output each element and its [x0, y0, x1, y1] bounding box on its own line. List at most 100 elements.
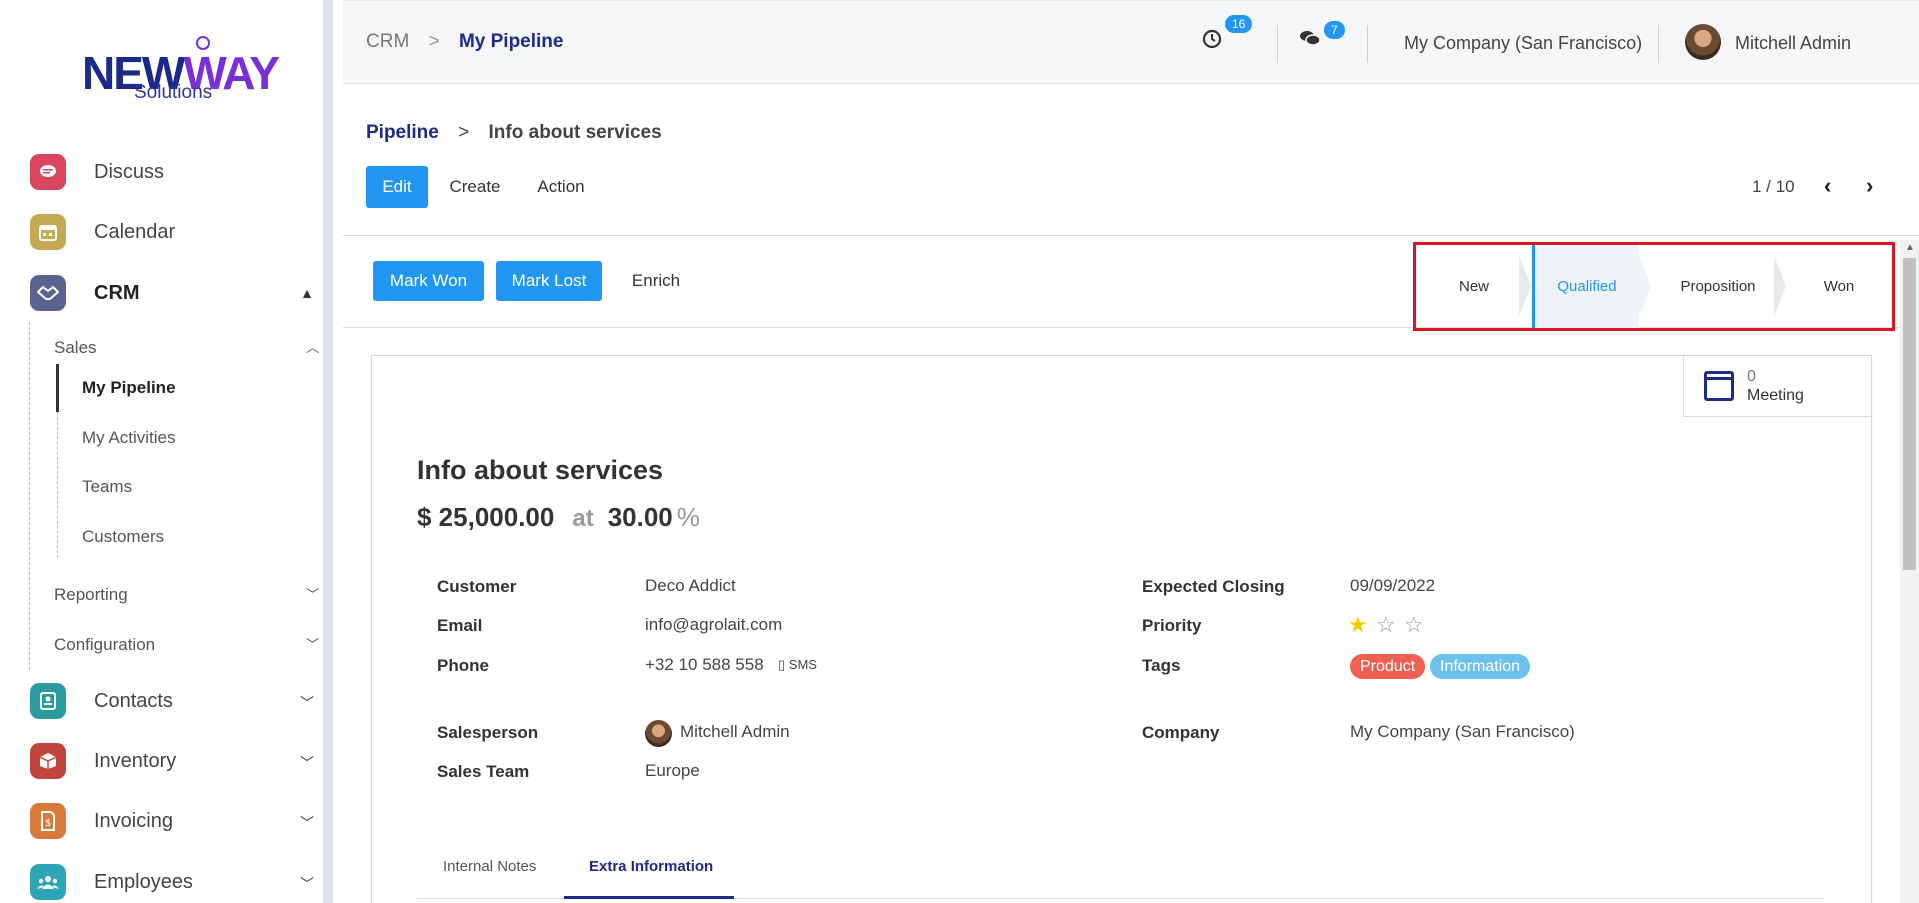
- mark-lost-button[interactable]: Mark Lost: [496, 261, 602, 301]
- edit-button[interactable]: Edit: [366, 166, 428, 208]
- tab-internal-notes[interactable]: Internal Notes: [443, 858, 536, 875]
- scroll-up-icon[interactable]: ▲: [1905, 242, 1915, 253]
- field-label-email: Email: [437, 616, 483, 635]
- top-breadcrumb: CRM > My Pipeline: [366, 31, 563, 53]
- action-button[interactable]: Action: [524, 166, 598, 208]
- sidebar-item-label: CRM: [94, 281, 140, 304]
- chat-bubble-icon: [30, 154, 66, 190]
- invoice-icon: $: [30, 803, 66, 839]
- chevron-down-icon: ﹀: [300, 755, 314, 771]
- field-expected-closing[interactable]: 09/09/2022: [1350, 576, 1435, 596]
- scrollbar[interactable]: ▲: [1900, 240, 1919, 903]
- scrollbar-thumb[interactable]: [1903, 258, 1916, 570]
- field-phone[interactable]: +32 10 588 558: [645, 655, 764, 675]
- chevron-down-icon: ﹀: [305, 637, 319, 652]
- meeting-smart-button[interactable]: 0 Meeting: [1683, 356, 1871, 417]
- sidebar-item-label: Employees: [94, 870, 193, 893]
- chevron-up-icon: ▲: [300, 285, 314, 301]
- sidebar-item-calendar[interactable]: Calendar: [30, 212, 320, 252]
- field-salesperson[interactable]: Mitchell Admin: [680, 722, 790, 742]
- mark-won-button[interactable]: Mark Won: [373, 261, 484, 301]
- sidebar-item-label: Calendar: [94, 220, 176, 243]
- sidebar: NEWWAY Solutions Discuss Calendar CRM ▲ …: [0, 0, 333, 903]
- menu-item-my-pipeline[interactable]: My Pipeline: [82, 378, 176, 398]
- sidebar-item-discuss[interactable]: Discuss: [30, 152, 320, 192]
- field-label-expected-closing: Expected Closing: [1142, 577, 1285, 596]
- breadcrumb-root[interactable]: CRM: [366, 31, 409, 52]
- chevron-down-icon: ﹀: [300, 695, 314, 711]
- chevron-down-icon: ﹀: [300, 876, 314, 892]
- breadcrumb-separator: >: [428, 31, 440, 52]
- activity-clock-icon[interactable]: [1202, 29, 1222, 55]
- at-label: at: [572, 505, 594, 532]
- pager-value[interactable]: 1 / 10: [1752, 177, 1795, 197]
- field-company[interactable]: My Company (San Francisco): [1350, 722, 1575, 742]
- meeting-label: Meeting: [1747, 387, 1804, 404]
- menu-section-configuration[interactable]: Configuration ﹀: [54, 633, 319, 657]
- percent-sign: %: [676, 502, 700, 532]
- user-menu[interactable]: Mitchell Admin: [1735, 33, 1851, 54]
- menu-item-teams[interactable]: Teams: [82, 477, 132, 497]
- expected-revenue-line: $ 25,000.00 at 30.00%: [417, 502, 700, 533]
- menu-item-customers[interactable]: Customers: [82, 527, 164, 547]
- breadcrumb-current: My Pipeline: [458, 31, 564, 52]
- sidebar-item-label: Invoicing: [94, 809, 173, 832]
- sidebar-item-employees[interactable]: Employees ﹀: [30, 862, 320, 902]
- star-filled-icon[interactable]: ★: [1348, 612, 1368, 638]
- field-customer[interactable]: Deco Addict: [645, 576, 736, 596]
- menu-item-my-activities[interactable]: My Activities: [82, 428, 176, 448]
- sidebar-item-label: Discuss: [94, 160, 165, 183]
- record-breadcrumb: Pipeline > Info about services: [366, 122, 662, 144]
- breadcrumb-separator: >: [458, 122, 470, 143]
- sidebar-item-inventory[interactable]: Inventory ﹀: [30, 741, 320, 781]
- company-switcher[interactable]: My Company (San Francisco): [1404, 33, 1642, 54]
- field-sales-team[interactable]: Europe: [645, 761, 700, 781]
- field-label-customer: Customer: [437, 577, 517, 596]
- field-label-phone: Phone: [437, 656, 489, 675]
- menu-section-sales[interactable]: Sales ︿: [54, 336, 319, 360]
- tag-product[interactable]: Product: [1350, 654, 1426, 679]
- tag-information[interactable]: Information: [1430, 654, 1531, 679]
- form-sheet: [371, 355, 1872, 903]
- sidebar-item-label: Contacts: [94, 689, 173, 712]
- enrich-button[interactable]: Enrich: [616, 261, 696, 301]
- tree-guide: [29, 322, 30, 670]
- star-empty-icon[interactable]: ☆: [1376, 612, 1396, 638]
- star-empty-icon[interactable]: ☆: [1404, 612, 1424, 638]
- people-icon: [30, 864, 66, 900]
- sidebar-item-label: Inventory: [94, 749, 177, 772]
- create-button[interactable]: Create: [440, 166, 510, 208]
- field-label-company: Company: [1142, 723, 1220, 742]
- chevron-down-icon: ﹀: [305, 587, 319, 602]
- active-tab-indicator: [564, 896, 734, 899]
- tree-guide: [57, 412, 58, 558]
- divider: [1658, 25, 1659, 63]
- sms-button[interactable]: ▯ SMS: [778, 657, 817, 673]
- field-label-priority: Priority: [1142, 616, 1202, 635]
- user-avatar[interactable]: [1685, 24, 1721, 60]
- menu-section-reporting[interactable]: Reporting ﹀: [54, 583, 319, 607]
- svg-text:$: $: [45, 818, 51, 829]
- chevron-up-icon: ︿: [305, 340, 319, 355]
- field-email[interactable]: info@agrolait.com: [645, 615, 782, 635]
- chevron-right-icon[interactable]: ›: [1866, 173, 1873, 199]
- expected-revenue[interactable]: $ 25,000.00: [417, 502, 554, 532]
- activity-count-badge: 16: [1225, 15, 1253, 33]
- chevron-left-icon[interactable]: ‹: [1824, 173, 1831, 199]
- probability[interactable]: 30.00: [608, 502, 673, 532]
- divider: [1277, 25, 1278, 63]
- sms-label: SMS: [788, 657, 817, 672]
- tab-extra-information[interactable]: Extra Information: [589, 858, 713, 875]
- breadcrumb-pipeline-link[interactable]: Pipeline: [366, 122, 439, 143]
- calendar-icon: [1704, 371, 1734, 401]
- sidebar-item-crm[interactable]: CRM ▲: [30, 273, 320, 313]
- sidebar-item-contacts[interactable]: Contacts ﹀: [30, 681, 320, 721]
- field-label-salesperson: Salesperson: [437, 723, 539, 742]
- meeting-count: 0: [1747, 368, 1756, 385]
- company-logo[interactable]: NEWWAY Solutions: [82, 36, 280, 106]
- messages-icon[interactable]: [1299, 29, 1321, 53]
- sidebar-item-invoicing[interactable]: $ Invoicing ﹀: [30, 801, 320, 841]
- chevron-down-icon: ﹀: [300, 815, 314, 831]
- opportunity-title[interactable]: Info about services: [417, 455, 663, 486]
- mobile-icon: ▯: [778, 657, 786, 672]
